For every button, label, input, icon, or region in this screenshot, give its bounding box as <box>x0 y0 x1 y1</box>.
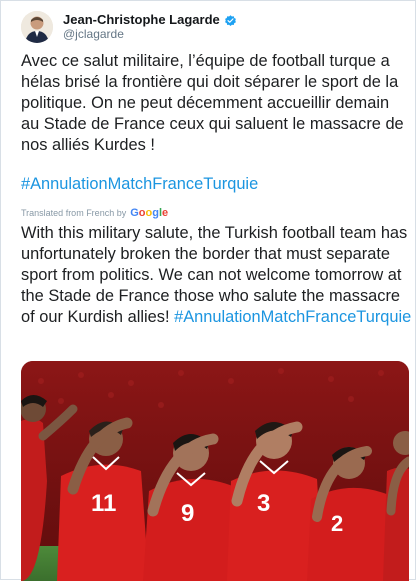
google-logo: Google <box>130 207 169 219</box>
verified-badge-icon <box>224 14 237 27</box>
jersey-number-9: 9 <box>181 500 194 527</box>
author-name[interactable]: Jean-Christophe Lagarde <box>63 12 220 28</box>
jersey-number-3: 3 <box>257 490 270 517</box>
hashtag-link-original[interactable]: #AnnulationMatchFranceTurquie <box>21 174 258 195</box>
author-handle[interactable]: @jclagarde <box>63 27 237 42</box>
tweet-card: Jean-Christophe Lagarde @jclagarde Avec … <box>0 0 416 581</box>
jersey-number-2: 2 <box>331 511 343 536</box>
tweet-header: Jean-Christophe Lagarde @jclagarde <box>21 7 237 47</box>
tweet-photo[interactable]: 11 9 3 2 <box>21 361 409 581</box>
translated-label: Translated from French by <box>21 208 127 218</box>
tweet-text-translated: With this military salute, the Turkish f… <box>21 223 413 328</box>
tweet-text-original: Avec ce salut militaire, l’équipe de foo… <box>21 52 404 154</box>
avatar[interactable] <box>21 11 53 43</box>
author-name-row: Jean-Christophe Lagarde <box>63 12 237 28</box>
hashtag-link-translated[interactable]: #AnnulationMatchFranceTurquie <box>174 308 411 326</box>
jersey-number-11: 11 <box>91 490 116 517</box>
author-info: Jean-Christophe Lagarde @jclagarde <box>63 12 237 42</box>
translation-attribution: Translated from French by Google <box>21 206 168 220</box>
